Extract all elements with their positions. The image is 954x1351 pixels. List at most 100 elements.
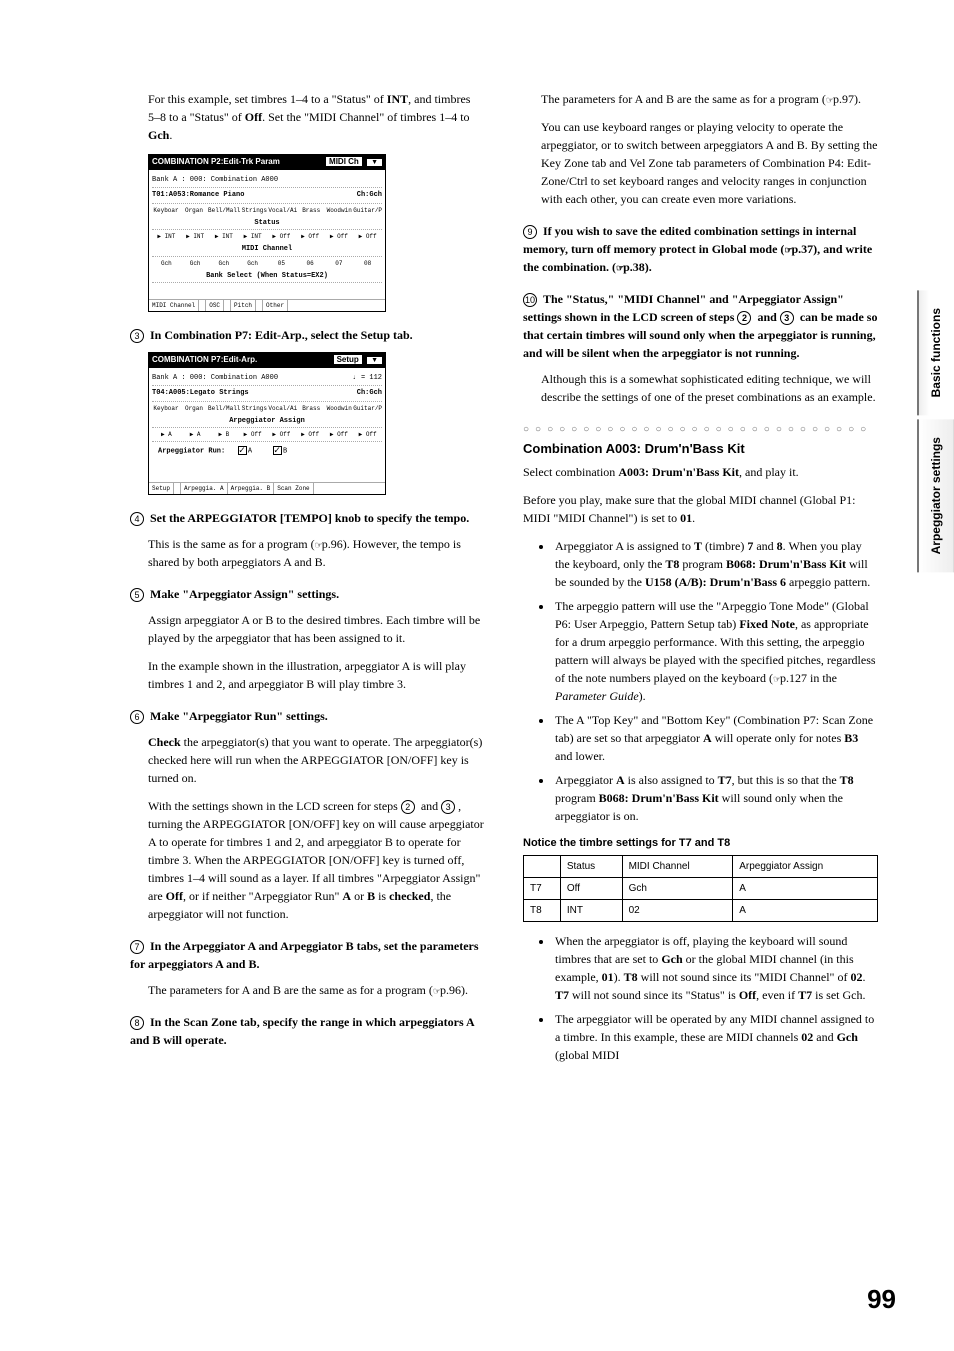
list-item: Arpeggiator A is also assigned to T7, bu… [553, 771, 878, 825]
side-tab-basic-functions: Basic functions [917, 290, 954, 415]
lcd-t04: T04:A005:Legato Strings [152, 388, 249, 399]
step-4-detail: This is the same as for a program (☞p.96… [148, 535, 485, 571]
page-number: 99 [867, 1280, 896, 1319]
lcd-row: Bank A : 000: Combination A000 ♩ = 112 [152, 371, 382, 386]
lcd-title: COMBINATION P2:Edit-Trk Param [152, 156, 280, 168]
lcd-status-row: ▶ INT▶ INT▶ INT▶ INT▶ Off▶ Off▶ Off▶ Off [152, 229, 382, 243]
step-number-icon: 4 [130, 512, 144, 526]
right-p2: You can use keyboard ranges or playing v… [541, 118, 878, 208]
lcd-row: T04:A005:Legato Strings Ch:Gch [152, 385, 382, 401]
reference-icon: ☞ [773, 674, 780, 684]
lcd-t01: T01:A053:Romance Piano [152, 190, 244, 201]
bullet-list-1: Arpeggiator A is assigned to T (timbre) … [553, 537, 878, 825]
lcd-ch: Ch:Gch [357, 388, 382, 399]
sub-heading: Notice the timbre settings for T7 and T8 [523, 835, 878, 852]
table-row: T7 Off Gch A [524, 878, 878, 900]
table-header-row: Status MIDI Channel Arpeggiator Assign [524, 856, 878, 878]
step-number-icon: 8 [130, 1016, 144, 1030]
step-number-icon: 3 [441, 800, 455, 814]
side-tab-arpeggiator-settings: Arpeggiator settings [917, 419, 954, 572]
lcd-tempo: ♩ = 112 [353, 373, 382, 384]
right-p5: Before you play, make sure that the glob… [523, 491, 878, 527]
step-number-icon: 2 [401, 800, 415, 814]
checkbox-b-icon [273, 446, 282, 455]
step-number-icon: 7 [130, 940, 144, 954]
list-item: When the arpeggiator is off, playing the… [553, 932, 878, 1004]
intro-int: INT [387, 92, 408, 106]
step-6: 6 Make "Arpeggiator Run" settings. [130, 707, 485, 725]
right-column: The parameters for A and B are the same … [523, 90, 878, 1074]
lcd-tab-label: Setup [333, 354, 363, 365]
lcd-title-bar: COMBINATION P2:Edit-Trk Param MIDI Ch ▼ [149, 155, 385, 170]
step-number-icon: 3 [780, 311, 794, 325]
bullet-list-2: When the arpeggiator is off, playing the… [553, 932, 878, 1064]
intro-off: Off [245, 110, 262, 124]
step-9-text: If you wish to save the edited combinati… [523, 224, 872, 274]
step-6-p2: With the settings shown in the LCD scree… [148, 797, 485, 923]
step-10: 10 The "Status," "MIDI Channel" and "Arp… [523, 290, 878, 362]
step-number-icon: 10 [523, 293, 537, 307]
step-5-p1: Assign arpeggiator A or B to the desired… [148, 611, 485, 647]
step-4: 4 Set the ARPEGGIATOR [TEMPO] knob to sp… [130, 509, 485, 527]
lcd-assign-row: ▶ A▶ A▶ B▶ Off▶ Off▶ Off▶ Off▶ Off [152, 427, 382, 441]
lcd-run-row: Arpeggiator Run: A B [152, 441, 382, 461]
lcd-status-label: Status [152, 217, 382, 230]
step-4-text: Set the ARPEGGIATOR [TEMPO] knob to spec… [150, 511, 469, 525]
step-5-text: Make "Arpeggiator Assign" settings. [150, 587, 339, 601]
step-3-text: In Combination P7: Edit-Arp., select the… [150, 328, 413, 342]
list-item: Arpeggiator A is assigned to T (timbre) … [553, 537, 878, 591]
lcd-instr-row: KeyboarOrganBell/MallStringsVocal/AiBras… [152, 203, 382, 217]
step-number-icon: 5 [130, 588, 144, 602]
step-7-text: In the Arpeggiator A and Arpeggiator B t… [130, 939, 479, 971]
right-p3: Although this is a somewhat sophisticate… [541, 370, 878, 406]
step-8: 8 In the Scan Zone tab, specify the rang… [130, 1013, 485, 1049]
right-p4: Select combination A003: Drum'n'Bass Kit… [523, 463, 878, 481]
list-item: The arpeggio pattern will use the "Arpeg… [553, 597, 878, 705]
step-7: 7 In the Arpeggiator A and Arpeggiator B… [130, 937, 485, 973]
list-item: The arpeggiator will be operated by any … [553, 1010, 878, 1064]
timbre-settings-table: Status MIDI Channel Arpeggiator Assign T… [523, 855, 878, 922]
reference-icon: ☞ [826, 95, 833, 105]
lcd-banksel-label: Bank Select (When Status=EX2) [152, 270, 382, 283]
lcd-tab-label: MIDI Ch [325, 156, 363, 167]
col-midi-channel: MIDI Channel [622, 856, 733, 878]
step-5-p2: In the example shown in the illustration… [148, 657, 485, 693]
reference-icon: ☞ [433, 986, 440, 996]
lcd-midich-label: MIDI Channel [152, 243, 382, 256]
lcd-row: T01:A053:Romance Piano Ch:Gch [152, 187, 382, 203]
section-heading: Combination A003: Drum'n'Bass Kit [523, 439, 878, 459]
step-10-text: The "Status," "MIDI Channel" and "Arpegg… [523, 292, 877, 360]
step-number-icon: 9 [523, 225, 537, 239]
lcd-tabs: SetupArpeggia. AArpeggia. BScan Zone [149, 482, 385, 494]
side-tabs: Basic functions Arpeggiator settings [917, 290, 954, 577]
intro-text: . [169, 128, 172, 142]
lcd-bank-line: Bank A : 000: Combination A000 [152, 173, 382, 188]
lcd-assign-label: Arpeggiator Assign [152, 415, 382, 428]
table-row: T8 INT 02 A [524, 900, 878, 922]
lcd-screenshot-p7: COMBINATION P7:Edit-Arp. Setup ▼ Bank A … [148, 352, 386, 495]
step-7-detail: The parameters for A and B are the same … [148, 981, 485, 999]
intro-text: For this example, set timbres 1–4 to a "… [148, 92, 387, 106]
step-3: 3 In Combination P7: Edit-Arp., select t… [130, 326, 485, 344]
step-number-icon: 6 [130, 710, 144, 724]
lcd-run-label: Arpeggiator Run: [158, 447, 225, 455]
lcd-title: COMBINATION P7:Edit-Arp. [152, 354, 257, 366]
lcd-title-bar: COMBINATION P7:Edit-Arp. Setup ▼ [149, 353, 385, 368]
intro-gch: Gch [148, 128, 169, 142]
left-column: For this example, set timbres 1–4 to a "… [130, 90, 485, 1074]
dropdown-icon: ▼ [367, 159, 382, 166]
right-p1: The parameters for A and B are the same … [541, 90, 878, 108]
lcd-screenshot-p2: COMBINATION P2:Edit-Trk Param MIDI Ch ▼ … [148, 154, 386, 312]
step-5: 5 Make "Arpeggiator Assign" settings. [130, 585, 485, 603]
list-item: The A "Top Key" and "Bottom Key" (Combin… [553, 711, 878, 765]
lcd-ch: Ch:Gch [357, 190, 382, 201]
step-8-text: In the Scan Zone tab, specify the range … [130, 1015, 474, 1047]
lcd-tabs: MIDI ChannelOSCPitchOther [149, 299, 385, 311]
step-6-text: Make "Arpeggiator Run" settings. [150, 709, 328, 723]
checkbox-a-icon [238, 446, 247, 455]
col-arp-assign: Arpeggiator Assign [733, 856, 878, 878]
intro-paragraph: For this example, set timbres 1–4 to a "… [148, 90, 485, 144]
step-number-icon: 3 [130, 329, 144, 343]
intro-text: . Set the "MIDI Channel" of timbres 1–4 … [262, 110, 469, 124]
section-divider-dots: ○○○○○○○○○○○○○○○○○○○○○○○○○○○○○ [523, 422, 878, 437]
